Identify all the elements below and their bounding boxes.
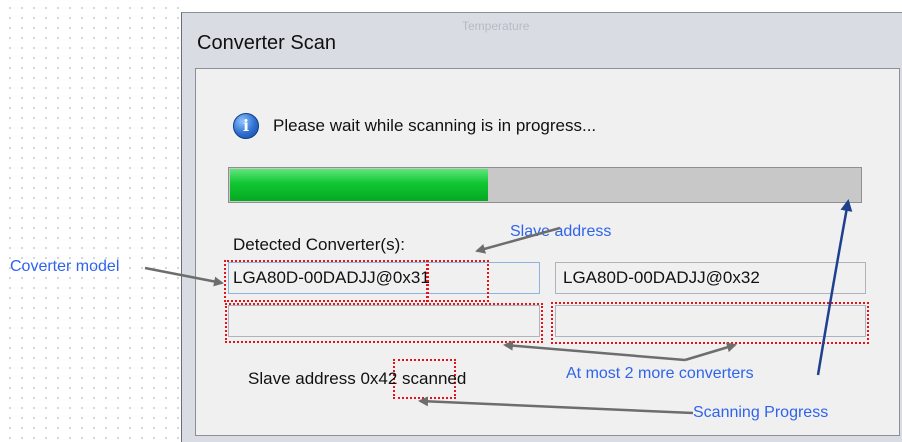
arrow-coverter-model (144, 266, 224, 287)
arrow-more-converters-left (503, 340, 686, 362)
arrow-more-converters-right (684, 342, 737, 362)
arrow-slave-address (475, 226, 561, 254)
arrow-scanned-address (418, 396, 694, 415)
annotation-arrows (144, 199, 853, 415)
arrow-progress-bar (816, 199, 853, 376)
